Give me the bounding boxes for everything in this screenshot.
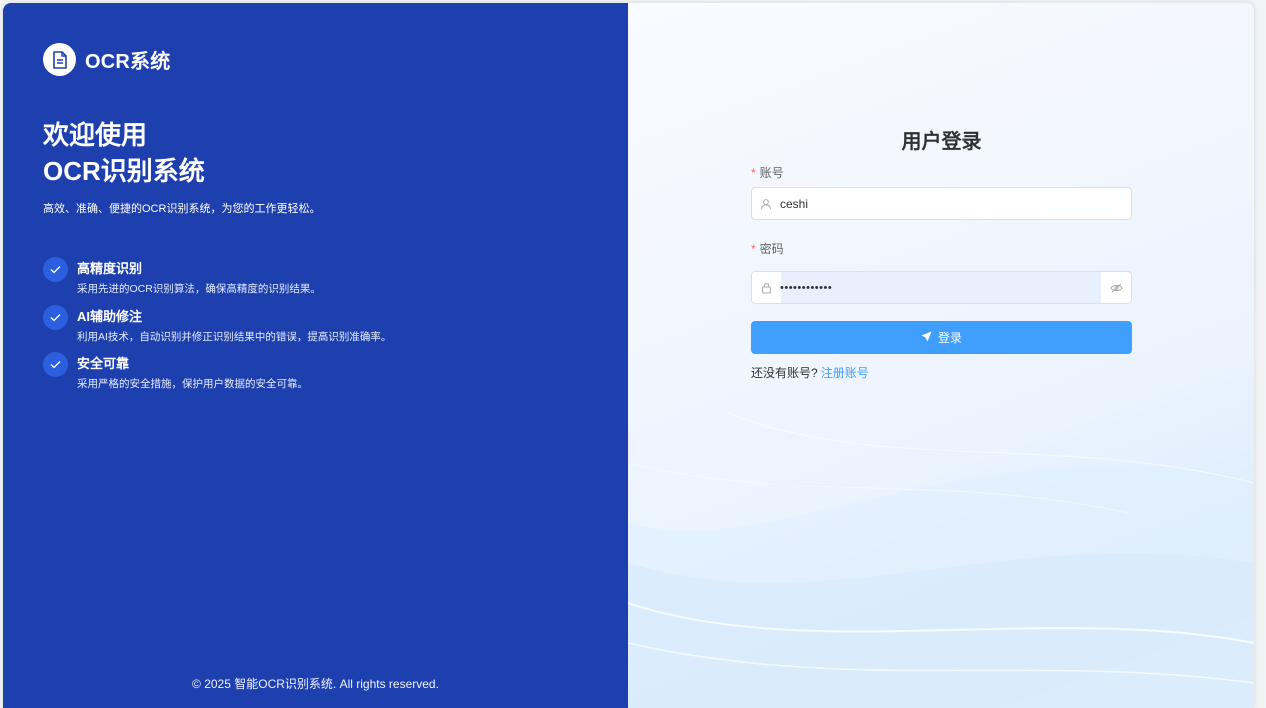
feature-desc: 采用严格的安全措施，保护用户数据的安全可靠。 xyxy=(77,378,308,390)
login-page: OCR系统 欢迎使用 OCR识别系统 高效、准确、便捷的OCR识别系统，为您的工… xyxy=(3,3,1254,708)
password-label-text: 密码 xyxy=(759,242,784,256)
account-label-text: 账号 xyxy=(759,166,784,180)
brand-title: OCR系统 xyxy=(85,51,171,73)
welcome-heading: 欢迎使用 OCR识别系统 xyxy=(43,117,205,189)
brand: OCR系统 xyxy=(43,43,170,76)
eye-off-icon[interactable] xyxy=(1101,272,1131,303)
check-icon xyxy=(43,352,68,377)
welcome-line-2: OCR识别系统 xyxy=(43,156,205,186)
intro-panel: OCR系统 欢迎使用 OCR识别系统 高效、准确、便捷的OCR识别系统，为您的工… xyxy=(3,3,628,708)
lock-icon xyxy=(752,282,780,294)
account-value: ceshi xyxy=(780,196,809,211)
password-value: •••••••••••• xyxy=(780,281,833,294)
register-prompt: 还没有账号? 注册账号 xyxy=(751,364,869,381)
account-input[interactable]: ceshi xyxy=(751,187,1132,220)
send-icon xyxy=(921,331,932,345)
copyright-footer: © 2025 智能OCR识别系统. All rights reserved. xyxy=(192,677,439,691)
welcome-line-1: 欢迎使用 xyxy=(43,120,148,150)
user-icon xyxy=(752,198,780,210)
login-button[interactable]: 登录 xyxy=(751,321,1132,354)
feature-title: 安全可靠 xyxy=(77,356,130,371)
feature-desc: 利用AI技术，自动识别并修正识别结果中的错误，提高识别准确率。 xyxy=(77,330,392,343)
feature-desc: 采用先进的OCR识别算法，确保高精度的识别结果。 xyxy=(77,283,321,295)
welcome-subtitle: 高效、准确、便捷的OCR识别系统，为您的工作更轻松。 xyxy=(43,203,321,215)
login-panel: 用户登录 * 账号 ceshi * 密码 •••••••••••• 登录 还没有… xyxy=(628,3,1254,708)
login-button-label: 登录 xyxy=(937,331,962,345)
document-icon xyxy=(43,43,76,76)
check-icon xyxy=(43,257,68,282)
required-mark: * xyxy=(751,166,756,180)
password-label: * 密码 xyxy=(751,240,784,257)
wave-background xyxy=(628,412,1254,708)
required-mark: * xyxy=(751,242,756,256)
feature-title: AI辅助修注 xyxy=(77,308,143,324)
login-title: 用户登录 xyxy=(901,131,982,153)
password-input[interactable]: •••••••••••• xyxy=(751,271,1132,304)
register-link[interactable]: 注册账号 xyxy=(821,366,869,380)
account-label: * 账号 xyxy=(751,164,784,181)
register-prompt-text: 还没有账号? xyxy=(751,366,818,380)
check-icon xyxy=(43,304,68,330)
feature-title: 高精度识别 xyxy=(77,261,143,276)
